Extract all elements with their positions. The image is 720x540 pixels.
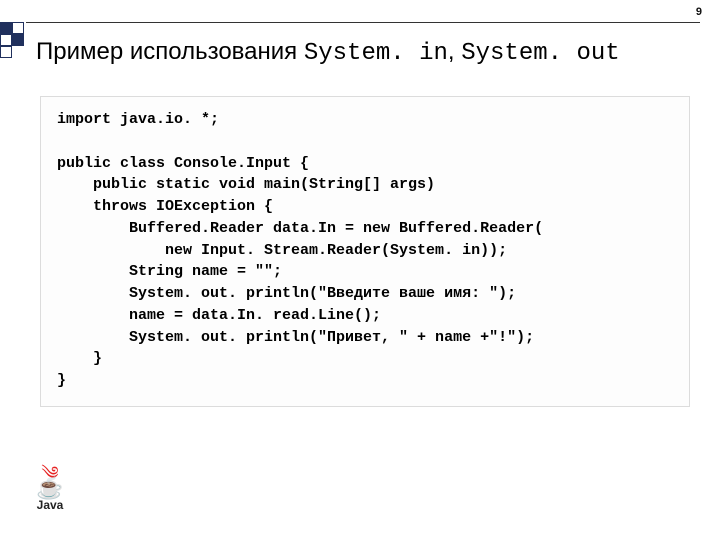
title-prefix: Пример использования <box>36 38 304 65</box>
code-line: name = data.In. read.Line(); <box>57 307 381 324</box>
title-code-1: System. in <box>304 40 448 67</box>
title-separator: , <box>448 38 461 65</box>
page-number: 9 <box>696 6 702 18</box>
code-line: public static void main(String[] args) <box>57 176 435 193</box>
java-cup-icon: ☕ <box>36 480 63 496</box>
code-block: import java.io. *; public class Console.… <box>40 96 690 407</box>
slide-title: Пример использования System. in, System.… <box>36 38 620 67</box>
code-line: } <box>57 372 66 389</box>
corner-decoration <box>0 22 24 58</box>
header-rule <box>26 22 700 23</box>
code-line: System. out. println("Введите ваше имя: … <box>57 285 516 302</box>
java-logo: ༄ ☕ Java <box>28 466 72 512</box>
code-line: new Input. Stream.Reader(System. in)); <box>57 242 507 259</box>
code-line: System. out. println("Привет, " + name +… <box>57 329 534 346</box>
code-line: String name = ""; <box>57 263 282 280</box>
code-line: import java.io. *; <box>57 111 219 128</box>
code-line: public class Console.Input { <box>57 155 309 172</box>
code-line: Buffered.Reader data.In = new Buffered.R… <box>57 220 543 237</box>
code-line: throws IOException { <box>57 198 273 215</box>
code-line: } <box>57 350 102 367</box>
java-wordmark: Java <box>37 498 64 512</box>
title-code-2: System. out <box>461 40 619 67</box>
